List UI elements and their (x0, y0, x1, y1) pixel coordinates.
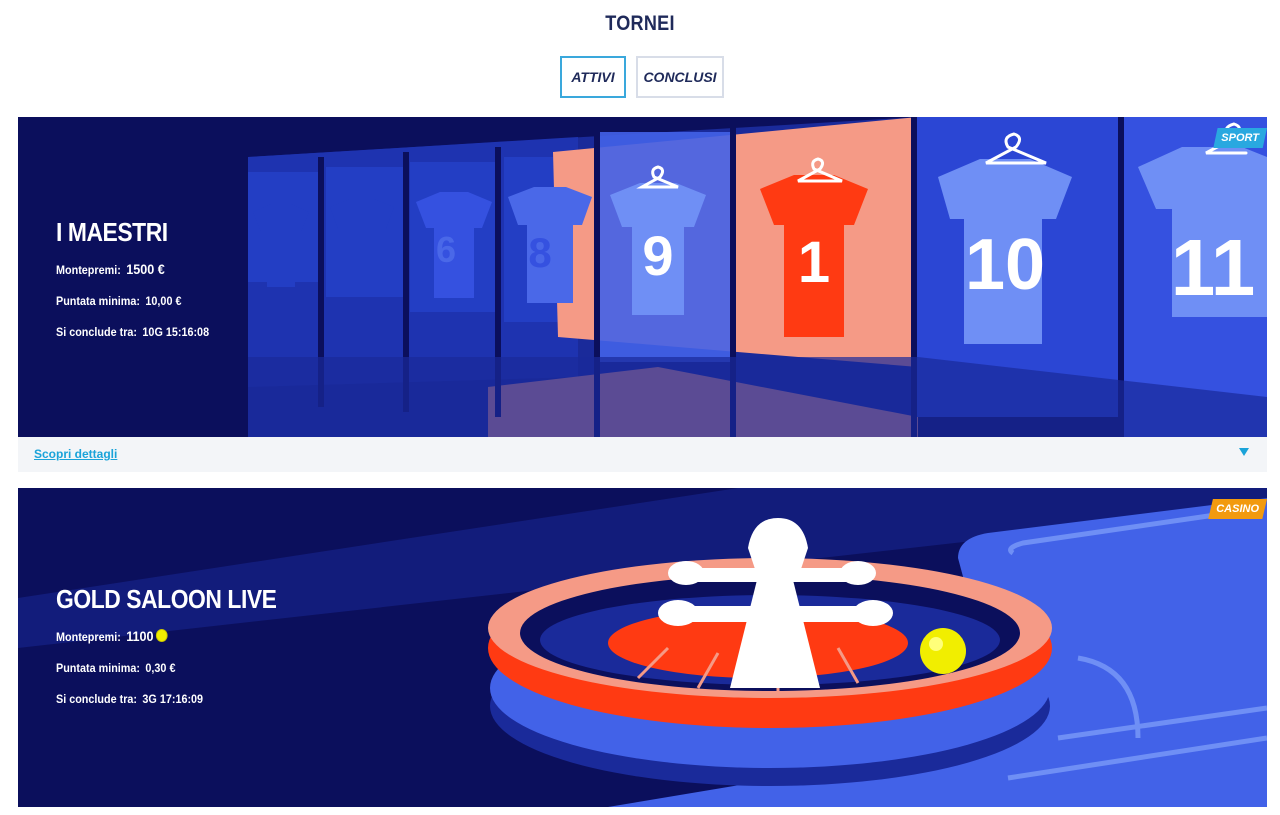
svg-text:10: 10 (965, 225, 1045, 305)
countdown-value: 10G 15:16:08 (142, 325, 210, 339)
chevron-down-icon[interactable] (1239, 448, 1249, 456)
prize-value: 1100 (126, 628, 154, 644)
tab-conclusi[interactable]: CONCLUSI (636, 56, 724, 98)
tournament-info: I MAESTRI Montepremi: 1500 € Puntata mini… (56, 217, 226, 339)
min-bet-row: Puntata minima: 0,30 € (56, 661, 176, 675)
countdown-row: Si conclude tra: 10G 15:16:08 (56, 325, 210, 339)
svg-text:11: 11 (1171, 223, 1256, 312)
category-badge-sport: SPORT (1213, 128, 1267, 148)
tournament-info: GOLD SALOON LIVE Montepremi: 1100 Puntata… (56, 584, 307, 706)
svg-text:1: 1 (798, 230, 830, 295)
min-bet-value: 10,00 € (145, 294, 182, 308)
svg-text:8: 8 (528, 229, 551, 276)
page-title: TORNEI (605, 12, 675, 35)
min-bet-row: Puntata minima: 10,00 € (56, 294, 182, 308)
svg-text:6: 6 (436, 229, 456, 270)
countdown-row: Si conclude tra: 3G 17:16:09 (56, 692, 204, 706)
prize-value: 1500 € (126, 261, 165, 277)
category-badge-casino: CASINO (1208, 499, 1267, 519)
tournament-card-i-maestri[interactable]: 6 8 9 1 10 11 I MAESTRI Montepremi: 1500 … (18, 117, 1267, 437)
svg-text:9: 9 (642, 224, 673, 287)
tournament-card-gold-saloon-live[interactable]: GOLD SALOON LIVE Montepremi: 1100 Puntata… (18, 488, 1267, 807)
prize-row: Montepremi: 1500 € (56, 261, 165, 277)
prize-row: Montepremi: 1100 (56, 628, 282, 644)
details-link[interactable]: Scopri dettagli (34, 447, 117, 461)
countdown-value: 3G 17:16:09 (142, 692, 204, 706)
tournament-name: GOLD SALOON LIVE (56, 584, 277, 614)
min-bet-value: 0,30 € (145, 661, 176, 675)
coin-icon (156, 629, 168, 642)
details-bar: Scopri dettagli (18, 437, 1267, 472)
tournament-name: I MAESTRI (56, 217, 168, 247)
tab-attivi[interactable]: ATTIVI (560, 56, 626, 98)
